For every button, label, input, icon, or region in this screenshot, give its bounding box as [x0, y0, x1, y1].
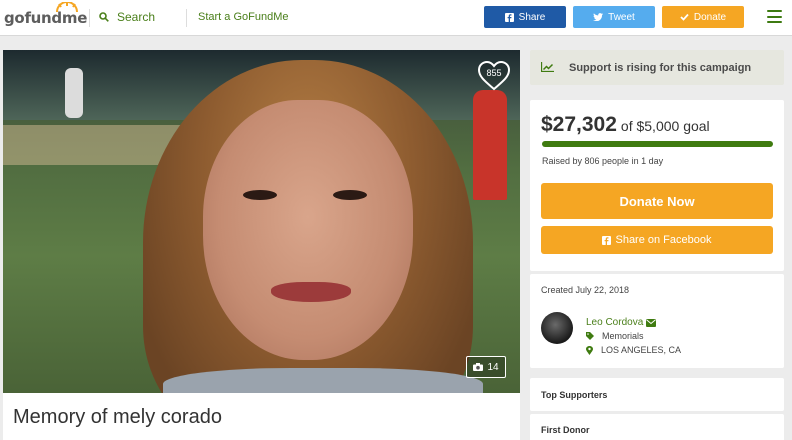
logo-sun-icon — [56, 2, 78, 12]
hamburger-menu-icon[interactable] — [767, 10, 782, 23]
tweet-button[interactable]: Tweet — [573, 6, 655, 28]
tag-icon — [586, 332, 594, 340]
organizer-avatar[interactable] — [541, 312, 573, 344]
heart-button[interactable]: 855 — [477, 60, 511, 92]
first-donor-section: First Donor — [530, 414, 784, 440]
trend-banner: Support is rising for this campaign — [530, 50, 784, 85]
organizer-name: Leo Cordova — [586, 317, 644, 328]
top-supporters-heading: Top Supporters — [541, 390, 608, 400]
heart-count: 855 — [486, 68, 502, 78]
organizer-card: Created July 22, 2018 Leo Cordova Memori… — [530, 274, 784, 368]
donate-now-button[interactable]: Donate Now — [541, 183, 773, 219]
first-donor-heading: First Donor — [541, 425, 590, 435]
trend-text: Support is rising for this campaign — [569, 62, 752, 74]
amount-raised: $27,302 — [541, 113, 617, 136]
twitter-icon — [593, 13, 604, 21]
organizer-category: Memorials — [602, 331, 644, 341]
donate-label-top: Donate — [693, 11, 727, 23]
envelope-icon[interactable] — [646, 318, 657, 327]
photo-background-person — [65, 68, 83, 118]
photo-gallery-button[interactable]: 14 — [466, 356, 506, 378]
share-on-facebook-button[interactable]: Share on Facebook — [541, 226, 773, 254]
campaign-title: Memory of mely corado — [13, 406, 222, 428]
gofundme-logo[interactable]: gofundme — [4, 2, 87, 27]
facebook-icon — [602, 235, 612, 245]
start-gofundme-link[interactable]: Start a GoFundMe — [198, 11, 289, 23]
map-pin-icon — [586, 345, 593, 355]
checkmark-icon — [680, 13, 689, 21]
share-button[interactable]: Share — [484, 6, 566, 28]
organizer-name-row[interactable]: Leo Cordova — [586, 317, 657, 328]
divider — [89, 9, 90, 27]
raised-by-text: Raised by 806 people in 1 day — [542, 156, 664, 166]
campaign-card: 855 14 Memory of mely corado — [3, 50, 520, 440]
progress-bar-fill — [542, 141, 773, 147]
search-icon — [99, 12, 109, 22]
created-date: Created July 22, 2018 — [541, 285, 630, 295]
divider — [186, 9, 187, 27]
progress-bar — [542, 141, 773, 147]
photo-shirt — [163, 368, 483, 393]
trending-up-icon — [541, 62, 554, 72]
photo-eye — [333, 190, 367, 200]
photo-face — [203, 100, 413, 360]
top-navigation-bar: gofundme Search Start a GoFundMe Share T… — [0, 0, 792, 36]
menu-bar — [767, 10, 782, 12]
organizer-location: LOS ANGELES, CA — [601, 345, 682, 355]
share-on-facebook-label: Share on Facebook — [615, 234, 712, 246]
organizer-location-row: LOS ANGELES, CA — [586, 345, 681, 355]
donation-card: $27,302 of $5,000 goal Raised by 806 peo… — [530, 100, 784, 271]
camera-icon — [473, 363, 484, 371]
campaign-photo[interactable]: 855 14 — [3, 50, 520, 393]
photo-background-player — [473, 90, 507, 200]
photo-lips — [271, 282, 351, 302]
top-supporters-section: Top Supporters — [530, 378, 784, 411]
tweet-label: Tweet — [608, 11, 635, 23]
organizer-category-row: Memorials — [586, 331, 644, 341]
photo-count-label: 14 — [487, 361, 499, 373]
amount-raised-row: $27,302 of $5,000 goal — [541, 113, 710, 137]
logo-text-go: go — [4, 9, 25, 27]
goal-text: of $5,000 goal — [620, 118, 710, 134]
menu-bar — [767, 15, 782, 18]
share-label: Share — [518, 11, 546, 23]
search-label: Search — [117, 10, 156, 24]
menu-bar — [767, 21, 782, 23]
donate-button-top[interactable]: Donate — [662, 6, 744, 28]
photo-eye — [243, 190, 277, 200]
facebook-icon — [504, 12, 514, 22]
search-link[interactable]: Search — [99, 10, 155, 24]
